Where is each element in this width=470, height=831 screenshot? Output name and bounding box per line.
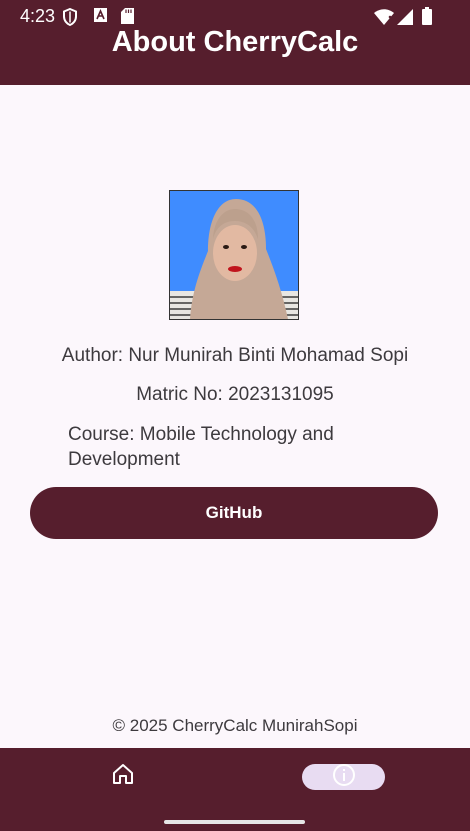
author-photo [169, 190, 299, 320]
course-name: Course: Mobile Technology and Developmen… [68, 424, 334, 470]
home-icon [111, 762, 135, 791]
info-icon [332, 763, 356, 792]
matric-number: Matric No: 2023131095 [136, 384, 334, 405]
nav-item-about[interactable] [302, 763, 385, 792]
status-time: 4:23 [20, 6, 56, 26]
top-app-bar: 4:23 About CherryCalc [0, 0, 470, 85]
nav-item-home[interactable] [103, 760, 143, 792]
gesture-handle[interactable] [164, 820, 305, 824]
page-title: About CherryCalc [111, 26, 359, 58]
bottom-navigation [0, 748, 470, 831]
github-button[interactable]: GitHub [30, 487, 438, 539]
font-icon [94, 8, 107, 27]
author-name: Author: Nur Munirah Binti Mohamad Sopi [61, 345, 409, 366]
github-button-label: GitHub [205, 503, 263, 522]
copyright-text: © 2025 CherryCalc MunirahSopi [112, 716, 358, 735]
